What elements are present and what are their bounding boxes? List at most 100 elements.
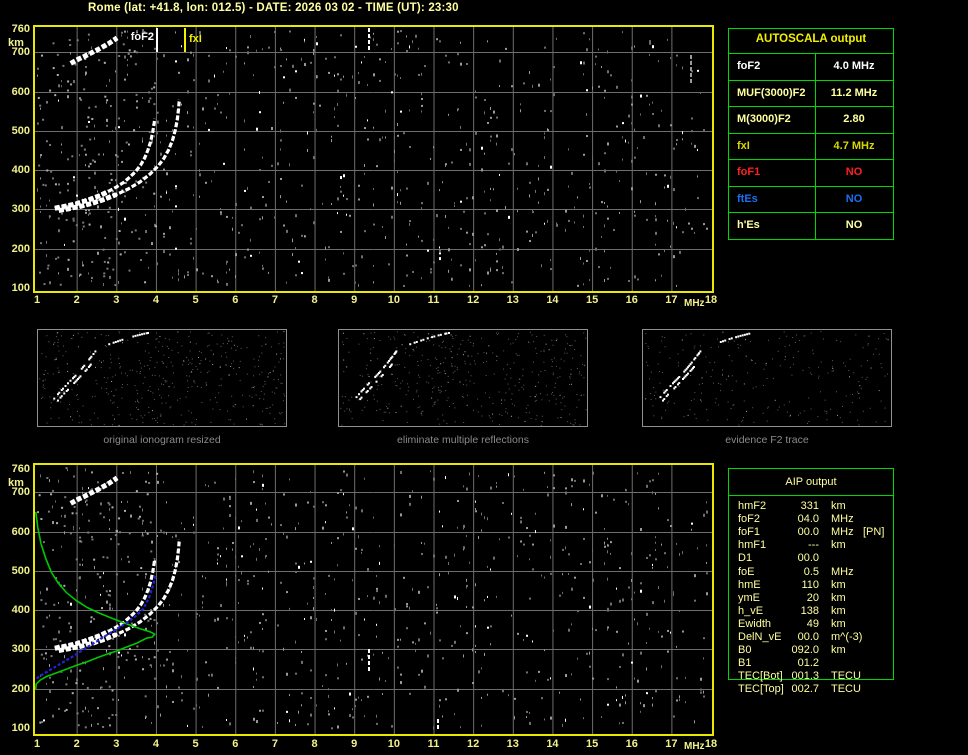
y-tick-label: 760 [11, 462, 30, 475]
aip-row-label: foE [738, 565, 755, 578]
autoscala-row-label: M(3000)F2 [737, 113, 791, 126]
aip-row-value: 092.0 [791, 644, 819, 657]
autoscala-row-value: 4.7 MHz [833, 139, 875, 152]
x-tick-label: 12 [467, 294, 480, 306]
bottom-x-axis-unit: MHz [684, 741, 705, 752]
aip-row-unit: km [831, 578, 846, 591]
x-tick-label: 9 [351, 738, 358, 750]
x-tick-label: 11 [427, 294, 440, 306]
autoscala-row-label: foF2 [737, 60, 761, 72]
x-tick-label: 18 [704, 738, 718, 750]
page-title: Rome (lat: +41.8, lon: 012.5) - DATE: 20… [88, 2, 459, 14]
bottom-ionogram-plot [33, 463, 714, 736]
top-x-axis-unit: MHz [684, 298, 705, 309]
aip-table-header: AIP output [785, 476, 837, 488]
aip-row-label: h_vE [738, 604, 764, 617]
aip-row-unit: km [831, 539, 846, 552]
aip-row-label: foF1 [738, 526, 761, 539]
aip-row-unit: m^(-3) [831, 631, 863, 643]
x-tick-label: 13 [506, 738, 519, 750]
aip-row-unit: km [831, 500, 846, 512]
x-tick-label: 7 [271, 738, 278, 750]
aip-row-label: hmE [738, 578, 761, 591]
aip-row-value: 002.7 [791, 683, 819, 696]
autoscala-row-divider [729, 212, 893, 214]
autoscala-row-label: ftEs [737, 192, 758, 205]
aip-row-label: ymE [738, 591, 760, 604]
x-tick-label: 14 [546, 294, 559, 306]
y-tick-label: 300 [11, 203, 30, 216]
autoscala-row-divider [729, 132, 893, 134]
aip-row-label: B0 [738, 644, 752, 657]
aip-row-unit: MHz [831, 526, 854, 539]
aip-row-value: --- [808, 539, 819, 552]
thumbnail-original-ionogram [37, 329, 287, 427]
aip-row-value: 0.5 [803, 565, 819, 578]
aip-row-value: 49 [806, 617, 819, 630]
x-tick-label: 6 [232, 738, 239, 750]
x-tick-label: 15 [585, 294, 599, 306]
autoscala-output-table: AUTOSCALA output foF2 4.0 MHz MUF(3000)F2 1… [728, 28, 894, 240]
aip-row-value: 331 [800, 500, 819, 512]
aip-row-unit: MHz [831, 513, 854, 526]
fof2-marker-label: foF2 [130, 31, 154, 43]
aip-row-unit: km [831, 644, 846, 657]
x-tick-label: 12 [467, 738, 480, 750]
y-tick-label: 100 [11, 282, 30, 294]
autoscala-app-window: Rome (lat: +41.8, lon: 012.5) - DATE: 20… [0, 0, 968, 755]
autoscala-row-value: NO [845, 219, 863, 232]
aip-row-value: 00.0 [797, 526, 819, 539]
x-tick-label: 10 [387, 294, 400, 306]
autoscala-row-value: 4.0 MHz [833, 60, 875, 72]
autoscala-row-value: NO [845, 166, 863, 179]
x-tick-label: 3 [113, 738, 120, 750]
autoscala-header-divider [729, 53, 893, 54]
x-tick-label: 4 [152, 738, 159, 750]
aip-row-unit: TECU [831, 670, 861, 683]
x-tick-label: 15 [585, 738, 599, 750]
fxi-marker-label: fxI [189, 33, 202, 45]
x-tick-label: 16 [625, 294, 638, 306]
x-tick-label: 2 [73, 738, 80, 750]
autoscala-row-label: h'Es [737, 219, 760, 232]
aip-row-label: hmF1 [738, 539, 767, 552]
autoscala-row-divider [729, 79, 893, 81]
y-tick-label: 400 [11, 604, 30, 617]
y-tick-label: 400 [11, 164, 30, 177]
top-ionogram-plot [33, 25, 714, 293]
x-tick-label: 3 [113, 294, 120, 306]
aip-row-label: hmF2 [738, 500, 767, 512]
aip-row-value: 110 [801, 578, 819, 591]
y-tick-label: 500 [11, 124, 30, 137]
aip-row-value: 01.2 [797, 657, 819, 670]
autoscala-row-value: 11.2 MHz [830, 86, 878, 99]
aip-row-value: 138 [800, 604, 819, 617]
aip-row-value: 04.0 [797, 513, 819, 526]
aip-row-label: B1 [738, 657, 752, 670]
x-tick-label: 8 [311, 294, 318, 306]
bottom-y-axis-unit: km [8, 477, 24, 489]
aip-row-label: TEC[Bot] [738, 670, 783, 683]
aip-row-label: Ewidth [738, 617, 772, 630]
x-tick-label: 7 [271, 294, 278, 306]
aip-header-divider [729, 495, 893, 496]
x-tick-label: 14 [546, 738, 559, 750]
aip-row-unit: MHz [831, 565, 854, 578]
y-tick-label: 600 [11, 525, 30, 538]
autoscala-row-label: fxI [737, 139, 750, 152]
thumbnail-caption-1: original ionogram resized [103, 434, 221, 446]
y-tick-label: 200 [11, 682, 30, 695]
y-tick-label: 300 [11, 643, 30, 656]
aip-row-value: 001.3 [791, 670, 819, 683]
y-tick-label: 200 [11, 242, 30, 255]
y-tick-label: 100 [11, 722, 30, 734]
top-y-axis-unit: km [8, 37, 24, 49]
autoscala-row-divider [729, 185, 893, 187]
x-tick-label: 1 [33, 294, 41, 306]
y-tick-label: 760 [11, 22, 30, 35]
aip-row-value: 20 [806, 591, 819, 604]
aip-output-table: AIP output hmF2 331 km foF2 04.0 MHz foF1 00.0 M… [728, 468, 894, 695]
aip-row-unit: km [831, 591, 846, 604]
aip-row-value: 00.0 [797, 552, 819, 565]
aip-row-note: [PN] [863, 526, 885, 539]
